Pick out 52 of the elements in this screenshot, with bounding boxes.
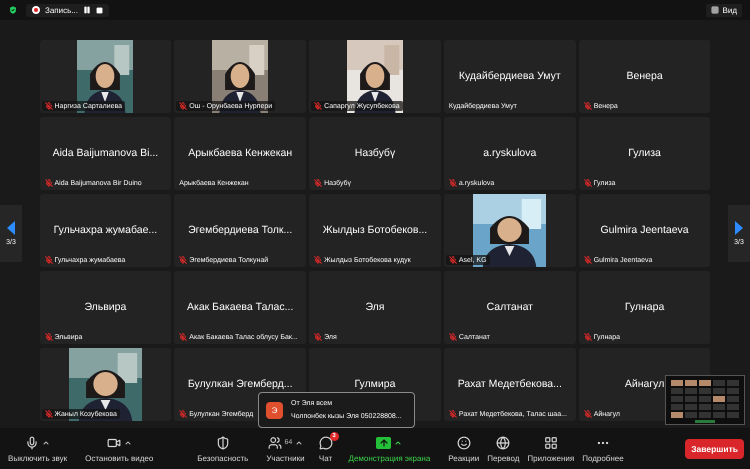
toolbar-button[interactable]: Демонстрация экрана [344,434,434,462]
right-arrow-icon [734,221,743,235]
shield-icon[interactable] [8,5,18,15]
participant-display-name: Венера [626,70,663,82]
shield-icon [216,436,230,450]
left-arrow-icon [7,221,15,235]
toolbar-button[interactable]: Перевод [483,434,524,462]
toolbar-button[interactable]: Приложения [523,434,578,462]
participant-display-name: Булулкан Эгемберд... [188,378,293,390]
people-icon [268,436,282,450]
participant-display-name: Рахат Медетбекова... [458,378,562,390]
end-meeting-button[interactable]: Завершить [685,438,744,458]
recording-label: Запись... [45,6,78,14]
participant-display-name: Эля [365,302,384,314]
caret-icon[interactable] [124,438,132,446]
chat-bubble-icon [318,436,333,450]
share-screen-icon [376,436,392,448]
participant-display-name: Гулнара [624,302,664,314]
pause-icon[interactable] [82,6,91,14]
participant-display-name: Акак Бакаева Талас... [187,302,294,314]
participant-display-name: Gulmira Jeentaeva [600,224,689,236]
participant-display-name: Эгембердиева Толк... [188,224,292,236]
grid-icon [710,6,719,14]
participant-display-name: Назбубү [354,148,396,160]
participant-display-name: Эльвира [84,302,126,314]
toolbar-button[interactable]: Остановить видео [81,434,158,462]
participant-display-name: Гулмира [354,378,396,390]
participant-display-name: Aida Baijumanova Bi... [52,148,158,160]
stop-icon[interactable] [96,6,103,14]
participant-display-name: Арыкбаева Кенжекан [188,148,292,160]
participant-display-name: Кудайбердиева Умут [458,70,561,82]
participant-display-name: Салтанат [486,302,533,314]
participant-display-name: a.ryskulova [483,148,536,160]
participant-display-name: Гулиза [628,148,661,160]
caret-icon[interactable] [394,438,402,446]
toolbar-button[interactable]: Выключить звук [4,434,72,462]
view-button[interactable]: Вид [706,4,742,16]
toolbar-button[interactable]: Безопасность [193,434,252,462]
smiley-icon [456,436,471,450]
sender-avatar: Э [266,402,283,418]
participant-display-name: Гульчахра жумабае... [54,224,158,236]
caret-icon[interactable] [295,438,304,446]
record-icon [32,6,40,14]
toolbar-button[interactable]: Реакции [444,434,484,462]
globe-icon [496,436,510,450]
participant-display-name: Айнагул [624,378,664,390]
toolbar-button[interactable]: Подробнее [578,434,628,462]
microphone-icon [25,436,40,450]
gallery-thumbnail-drawing[interactable] [665,375,745,425]
caret-icon[interactable] [42,438,50,446]
apps-icon [544,436,558,450]
participant-display-name: Жылдыз Ботобеков... [322,224,428,236]
